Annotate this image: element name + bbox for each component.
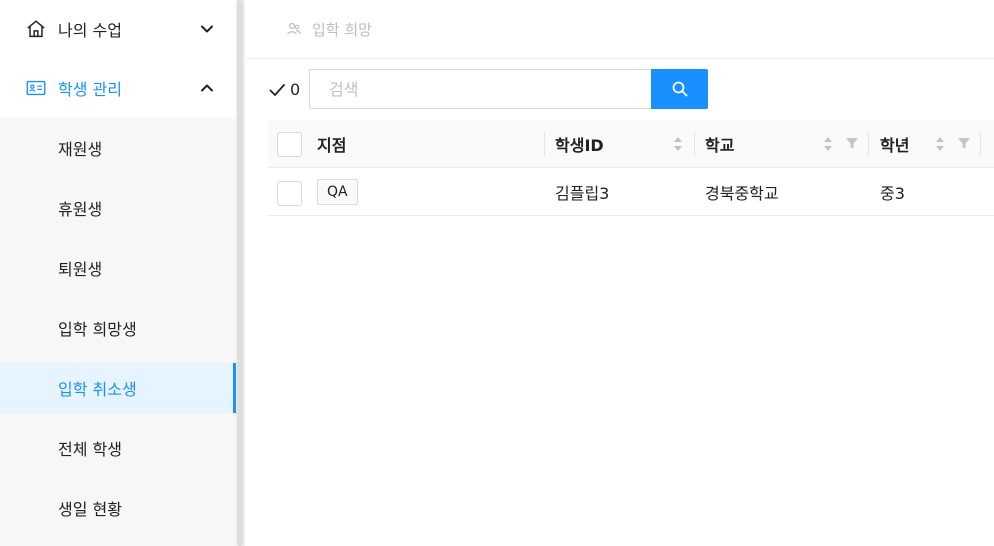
chevron-down-icon	[201, 25, 213, 33]
table-header: 지점 학생ID 학교 학년	[268, 120, 994, 168]
tab-admission-hope[interactable]: 입학 희망	[286, 16, 372, 42]
row-checkbox[interactable]	[277, 181, 302, 206]
column-header-student-id: 학생ID	[555, 136, 604, 155]
sidebar-item-prospective[interactable]: 입학 희망생	[0, 303, 236, 353]
sidebar-menu-label: 나의 수업	[58, 21, 122, 40]
selected-count: 0	[268, 80, 300, 99]
app-window: 나의 수업 학생 관리 재원생 휴원생 퇴원생 입학 희망생 입학 취소생 전체…	[0, 0, 994, 546]
column-divider	[544, 132, 545, 156]
sidebar-item-all-students[interactable]: 전체 학생	[0, 423, 236, 473]
branch-tag: QA	[317, 179, 358, 205]
chevron-up-icon	[201, 84, 213, 92]
user-group-icon	[287, 22, 302, 35]
id-card-icon	[26, 80, 46, 96]
cell-student-id: 김플립3	[555, 184, 610, 203]
search-input[interactable]	[309, 69, 652, 109]
sidebar-item-birthdays[interactable]: 생일 현황	[0, 483, 236, 533]
sort-icon[interactable]	[672, 135, 684, 153]
sort-icon[interactable]	[934, 135, 946, 153]
sidebar-item-on-leave[interactable]: 휴원생	[0, 183, 236, 233]
column-header-grade: 학년	[880, 136, 910, 155]
column-header-branch: 지점	[317, 136, 347, 155]
sidebar-menu-my-class[interactable]: 나의 수업	[0, 0, 236, 58]
home-icon	[27, 20, 45, 38]
sidebar-item-withdrawn[interactable]: 퇴원생	[0, 243, 236, 293]
column-divider	[980, 132, 981, 156]
sidebar-menu-student-management[interactable]: 학생 관리	[0, 59, 236, 117]
sidebar-item-enrolled[interactable]: 재원생	[0, 123, 236, 173]
column-divider	[694, 132, 695, 156]
check-icon	[269, 83, 285, 96]
filter-icon[interactable]	[957, 136, 971, 150]
top-bar: 입학 희망	[246, 0, 994, 59]
sidebar-scrollbar-thumb[interactable]	[237, 0, 243, 546]
filter-icon[interactable]	[845, 136, 859, 150]
column-header-school: 학교	[705, 136, 735, 155]
student-submenu: 재원생 휴원생 퇴원생 입학 희망생 입학 취소생 전체 학생 생일 현황	[0, 118, 236, 546]
sort-icon[interactable]	[822, 135, 834, 153]
cell-grade: 중3	[880, 184, 905, 203]
search-icon	[672, 81, 687, 97]
select-all-checkbox[interactable]	[277, 132, 302, 157]
tab-label: 입학 희망	[312, 20, 372, 39]
sidebar-menu-label: 학생 관리	[58, 80, 122, 99]
main-content: 입학 희망 0 지점 학생ID	[246, 0, 994, 546]
sidebar-item-admission-cancelled[interactable]: 입학 취소생	[0, 363, 236, 413]
cell-school: 경북중학교	[705, 184, 779, 203]
search-button[interactable]	[651, 69, 708, 109]
selected-count-value: 0	[290, 80, 301, 99]
column-divider	[868, 132, 869, 156]
sidebar: 나의 수업 학생 관리 재원생 휴원생 퇴원생 입학 희망생 입학 취소생 전체…	[0, 0, 236, 546]
table-row[interactable]: QA 김플립3 경북중학교 중3	[268, 168, 994, 216]
